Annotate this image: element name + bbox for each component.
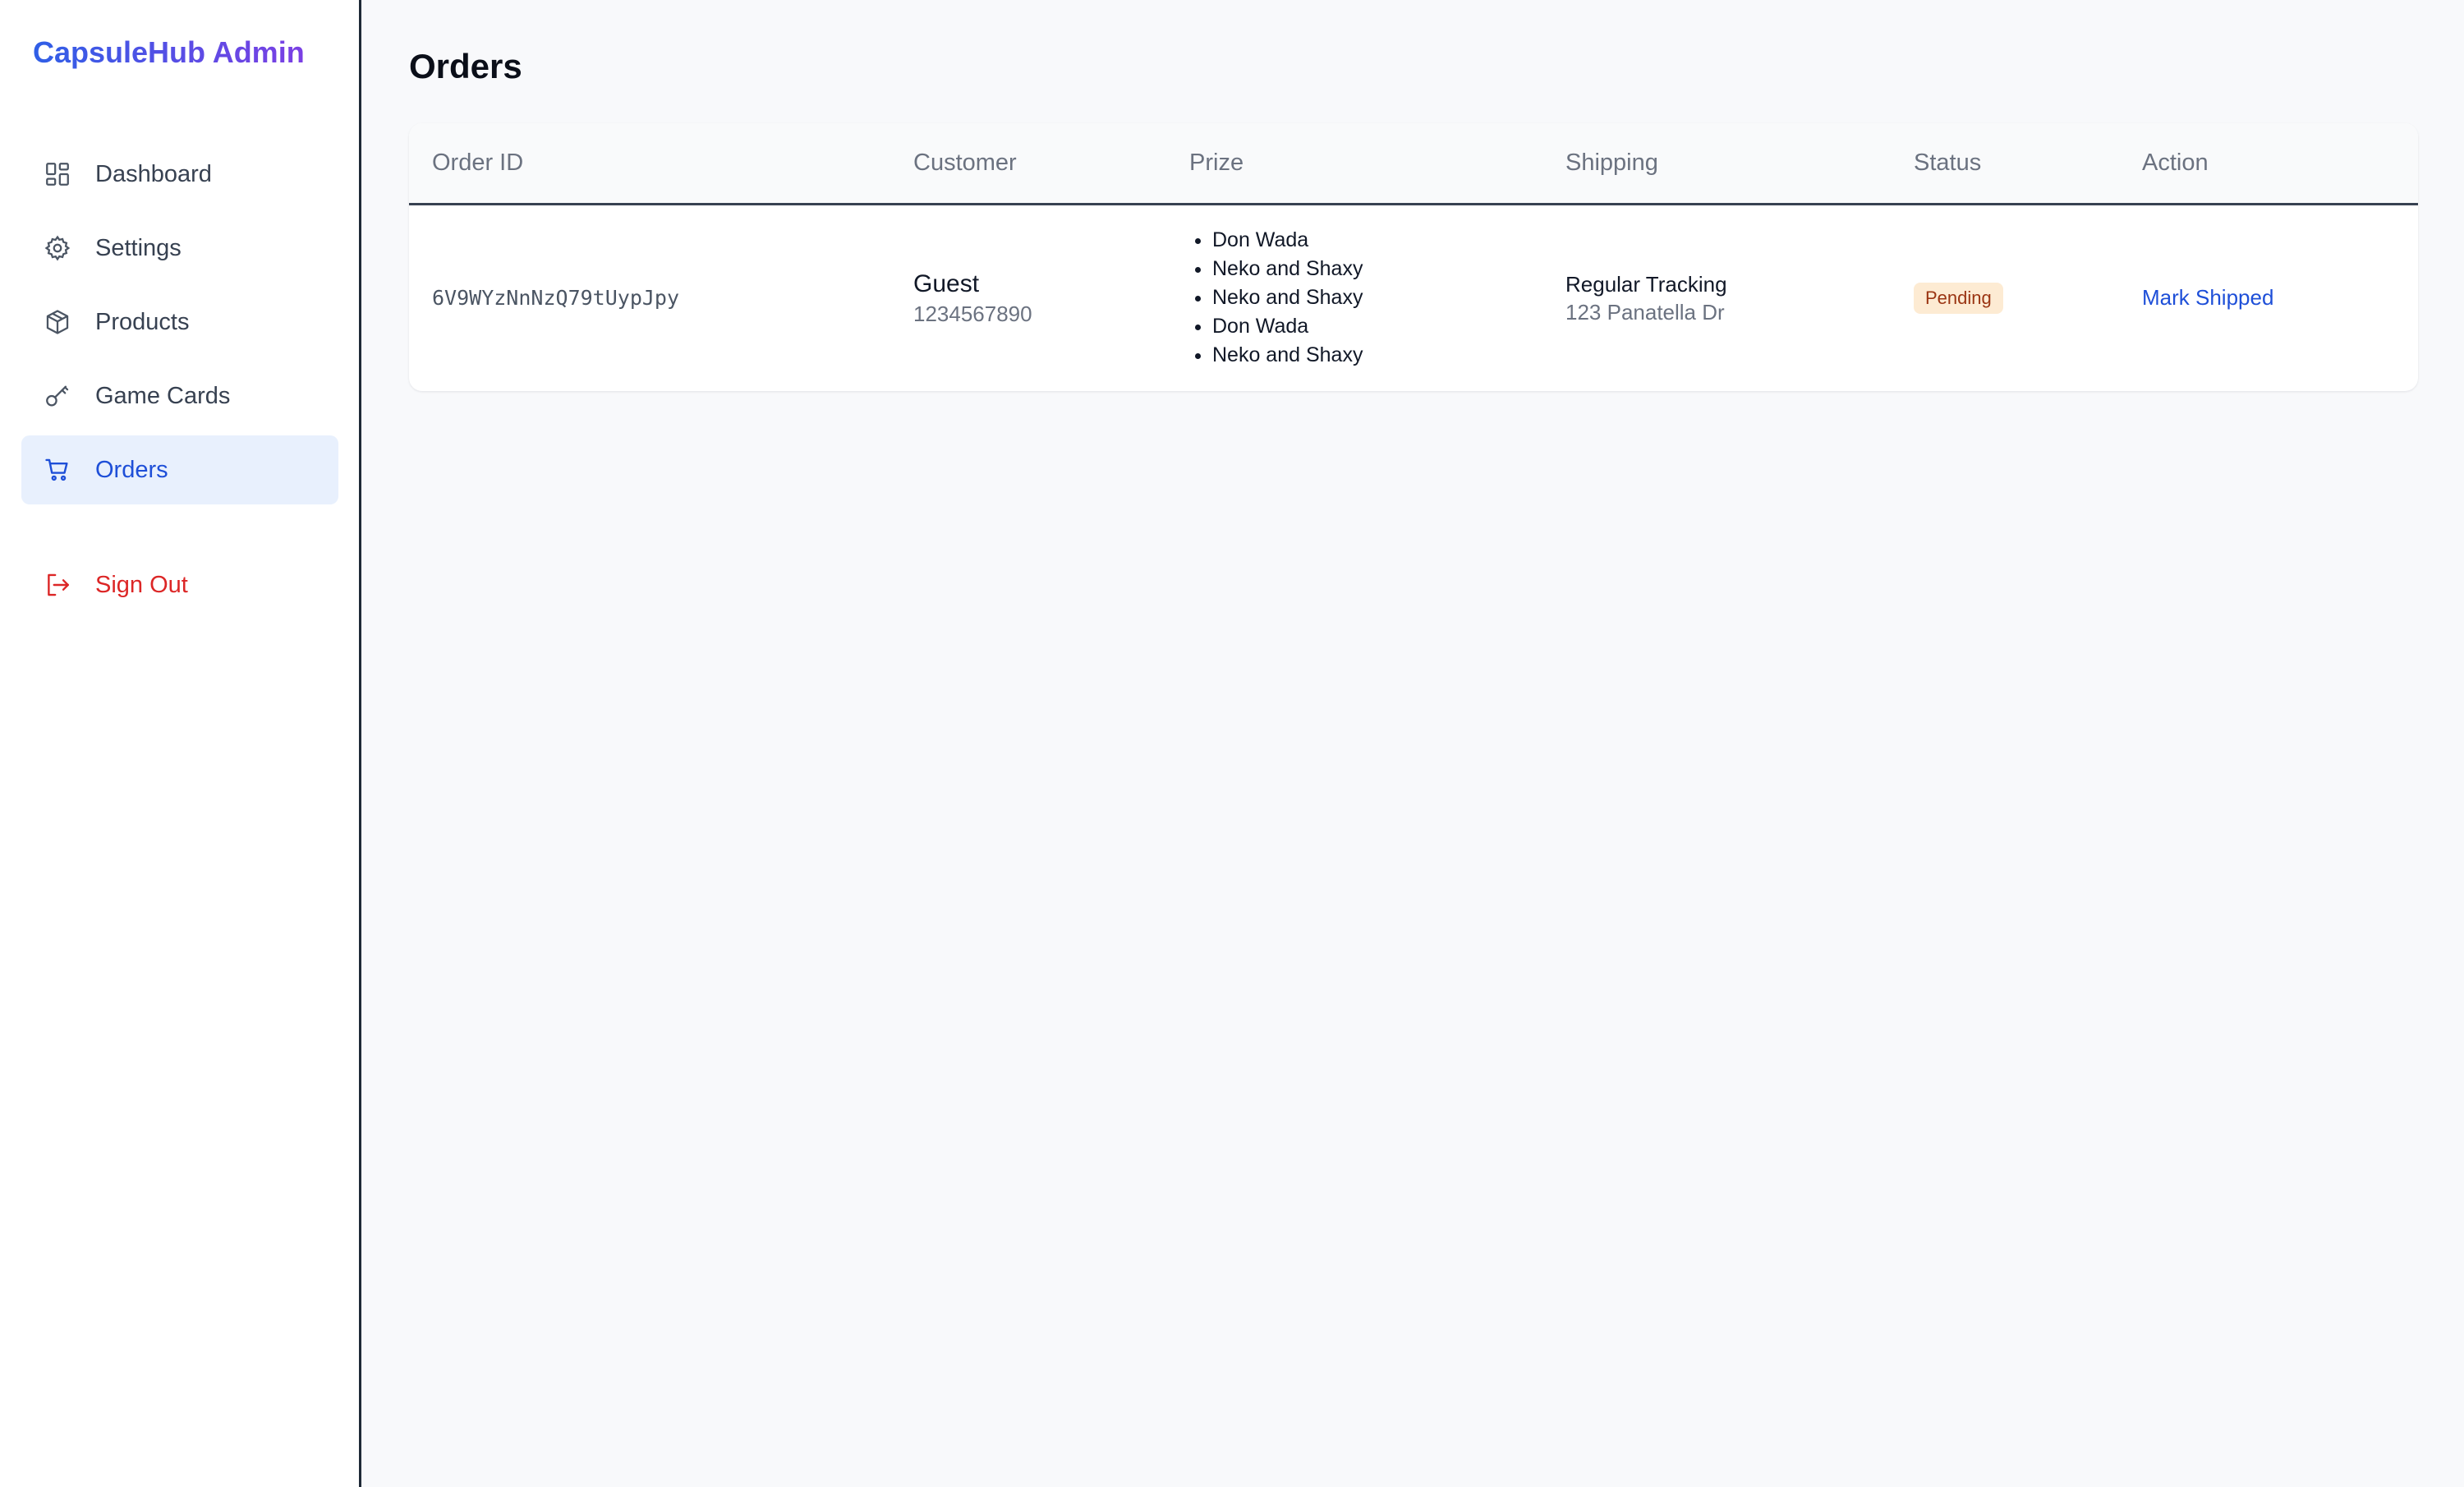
box-icon [43,307,72,337]
brand-title: CapsuleHub Admin [33,31,305,74]
prize-item: Neko and Shaxy [1212,283,1542,312]
gear-icon [43,233,72,263]
key-icon [43,381,72,411]
sidebar-item-label: Orders [95,456,168,483]
column-header-prize: Prize [1166,123,1542,205]
sidebar-item-label: Settings [95,234,182,261]
column-header-shipping: Shipping [1542,123,1891,205]
prize-item: Don Wada [1212,226,1542,255]
status-cell: Pending [1891,204,2119,391]
customer-cell: Guest 1234567890 [890,204,1166,391]
prize-list: Don Wada Neko and Shaxy Neko and Shaxy D… [1189,226,1542,370]
order-id-cell: 6V9WYzNnNzQ79tUypJpy [409,204,890,391]
dashboard-icon [43,159,72,189]
column-header-action: Action [2119,123,2418,205]
prize-item: Neko and Shaxy [1212,255,1542,283]
sidebar-item-game-cards[interactable]: Game Cards [21,361,338,430]
prize-item: Don Wada [1212,312,1542,341]
sidebar: CapsuleHub Admin Dashboard Settings Prod… [0,0,361,1487]
mark-shipped-button[interactable]: Mark Shipped [2142,285,2273,310]
column-header-status: Status [1891,123,2119,205]
shipping-cell: Regular Tracking 123 Panatella Dr [1542,204,1891,391]
sidebar-item-dashboard[interactable]: Dashboard [21,140,338,209]
prize-cell: Don Wada Neko and Shaxy Neko and Shaxy D… [1166,204,1542,391]
shipping-address: 123 Panatella Dr [1565,299,1725,325]
app-root: CapsuleHub Admin Dashboard Settings Prod… [0,0,2464,1487]
status-badge: Pending [1914,282,2003,314]
action-cell: Mark Shipped [2119,204,2418,391]
customer-name: Guest [913,269,980,297]
sidebar-item-label: Dashboard [95,160,212,187]
prize-item: Neko and Shaxy [1212,341,1542,370]
orders-table-card: Order ID Customer Prize Shipping Status … [409,123,2418,391]
main-content: Orders Order ID Customer Prize Shipping … [361,0,2464,1487]
sidebar-item-label: Products [95,308,190,335]
column-header-order-id: Order ID [409,123,890,205]
sidebar-nav: Dashboard Settings Products Game Cards O… [21,140,338,624]
sign-out-icon [43,570,72,600]
sign-out-button[interactable]: Sign Out [21,550,338,619]
sidebar-item-settings[interactable]: Settings [21,214,338,283]
sign-out-label: Sign Out [95,571,188,598]
order-id: 6V9WYzNnNzQ79tUypJpy [432,286,680,311]
customer-phone: 1234567890 [913,301,1032,326]
page-title: Orders [409,47,522,85]
sidebar-item-products[interactable]: Products [21,288,338,357]
cart-icon [43,455,72,485]
orders-table: Order ID Customer Prize Shipping Status … [409,123,2418,391]
table-row: 6V9WYzNnNzQ79tUypJpy Guest 1234567890 Do… [409,204,2418,391]
column-header-customer: Customer [890,123,1166,205]
shipping-method: Regular Tracking [1565,271,1727,297]
sidebar-item-orders[interactable]: Orders [21,435,338,504]
table-header-row: Order ID Customer Prize Shipping Status … [409,123,2418,205]
sidebar-item-label: Game Cards [95,382,231,409]
